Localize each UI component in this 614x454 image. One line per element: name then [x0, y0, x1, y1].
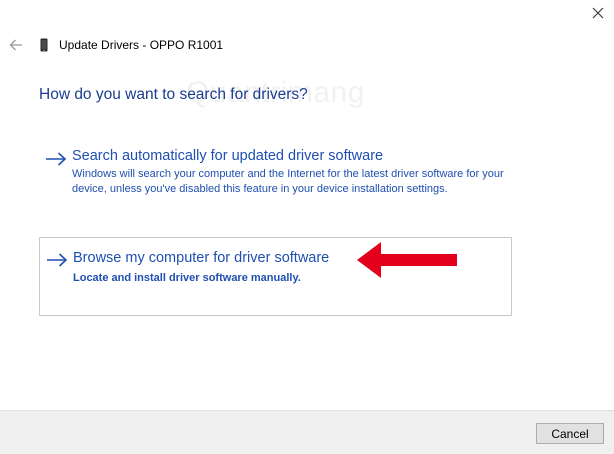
right-arrow-icon [47, 253, 68, 267]
back-arrow-icon [9, 39, 22, 51]
search-automatically-option[interactable]: Search automatically for updated driver … [39, 140, 511, 220]
option-title: Browse my computer for driver software [73, 250, 330, 266]
dialog-footer: Cancel [0, 410, 614, 454]
red-pointer-arrow [357, 242, 457, 278]
close-icon [592, 7, 604, 19]
right-arrow-icon [46, 152, 67, 166]
page-heading: How do you want to search for drivers? [39, 86, 308, 103]
title-bar [0, 0, 614, 26]
window-title: Update Drivers - OPPO R1001 [59, 38, 224, 52]
update-drivers-window: Update Drivers - OPPO R1001 Quantrimang … [0, 0, 614, 454]
option-description: Windows will search your computer and th… [72, 168, 504, 195]
phone-device-icon [40, 38, 48, 52]
close-button[interactable] [588, 4, 608, 22]
back-button[interactable] [8, 36, 24, 54]
option-title: Search automatically for updated driver … [72, 148, 384, 164]
cancel-button[interactable]: Cancel [536, 423, 604, 444]
header-row: Update Drivers - OPPO R1001 [0, 32, 614, 58]
